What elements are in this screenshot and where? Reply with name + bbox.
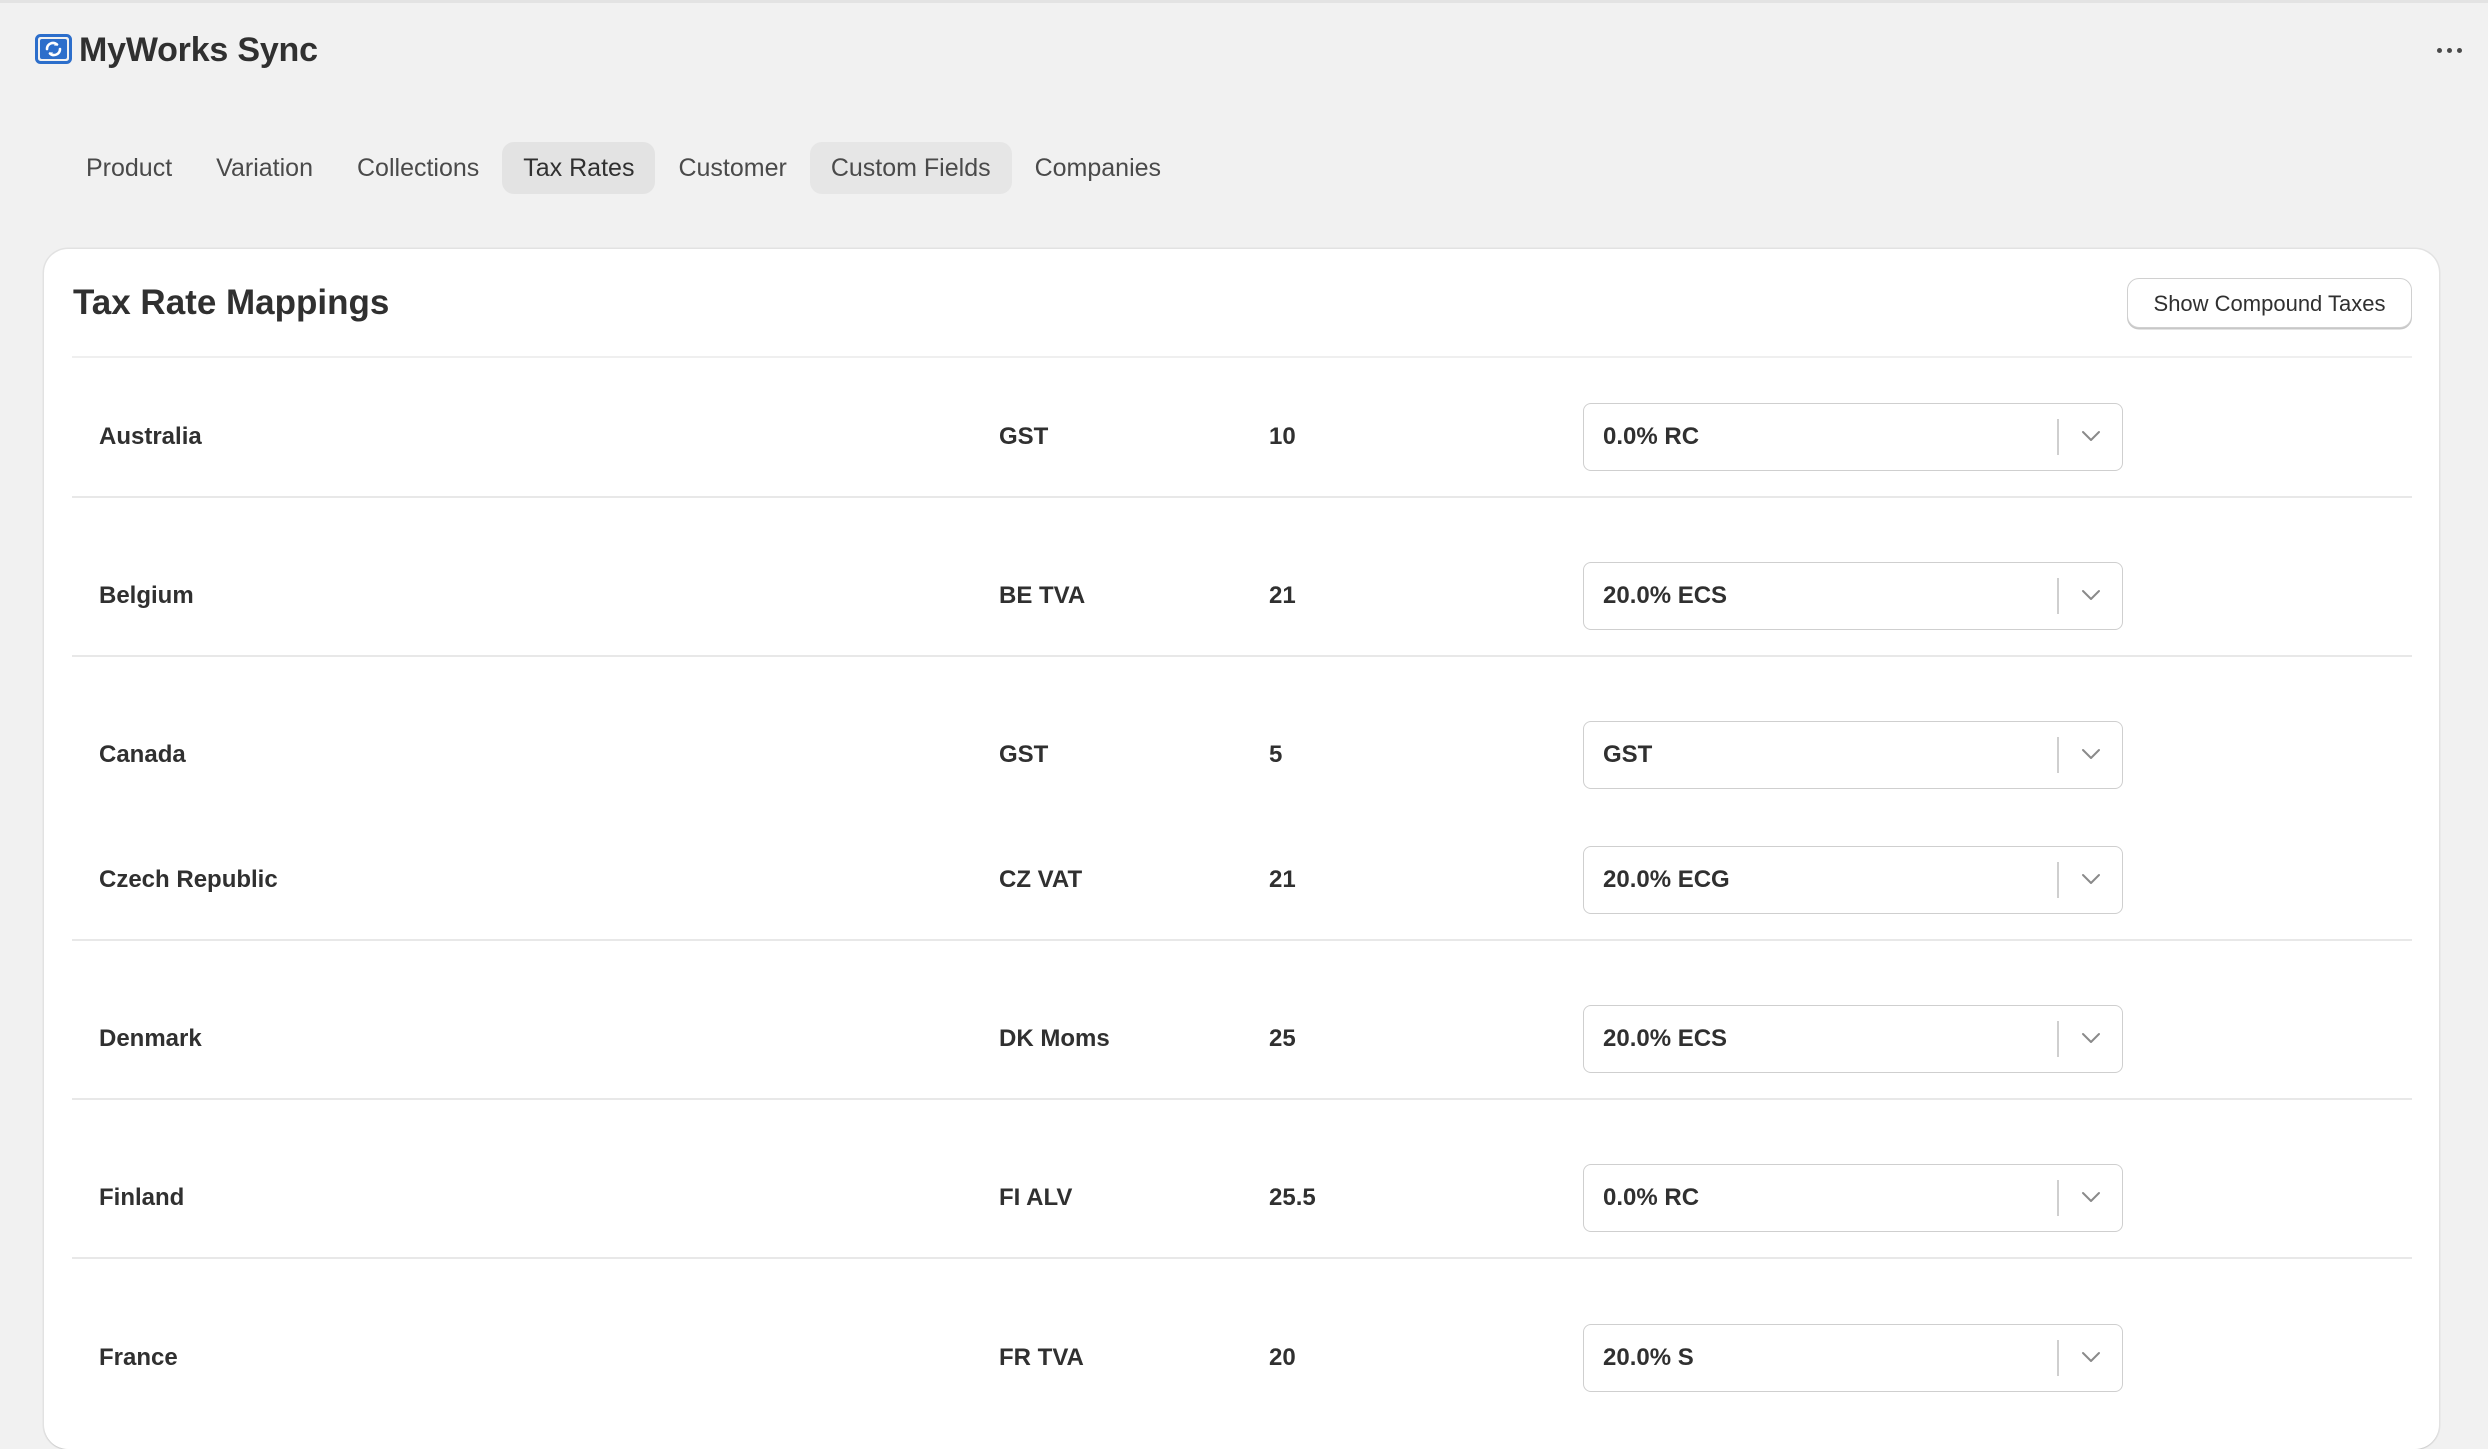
- more-actions-button[interactable]: [2425, 32, 2473, 68]
- tax-mapping-select[interactable]: 0.0% RC: [1583, 1164, 2123, 1232]
- row-select-wrap: 20.0% ECS: [72, 562, 2412, 630]
- tax-mapping-select[interactable]: 20.0% ECG: [1583, 846, 2123, 914]
- card-title: Tax Rate Mappings: [73, 283, 390, 322]
- tax-rate-mappings-card: Tax Rate Mappings Show Compound Taxes Au…: [44, 249, 2439, 1449]
- row-select-wrap: 0.0% RC: [72, 403, 2412, 471]
- select-value: 20.0% ECG: [1603, 866, 1730, 893]
- tax-mapping-select[interactable]: 0.0% RC: [1583, 403, 2123, 471]
- select-separator: [2057, 737, 2059, 773]
- tax-mapping-select[interactable]: GST: [1583, 721, 2123, 789]
- show-compound-taxes-button[interactable]: Show Compound Taxes: [2127, 278, 2412, 328]
- tax-mapping-select[interactable]: 20.0% S: [1583, 1324, 2123, 1392]
- select-separator: [2057, 419, 2059, 455]
- chevron-down-icon: [2082, 431, 2100, 441]
- tab-variation[interactable]: Variation: [195, 142, 334, 194]
- row-divider: [72, 939, 2412, 941]
- divider: [72, 356, 2412, 358]
- tab-collections[interactable]: Collections: [336, 142, 500, 194]
- app-header: MyWorks Sync: [0, 0, 2488, 100]
- myworks-logo-icon: [35, 34, 72, 64]
- select-separator: [2057, 862, 2059, 898]
- chevron-down-icon: [2082, 590, 2100, 600]
- row-select-wrap: 20.0% ECG: [72, 846, 2412, 914]
- app-title: MyWorks Sync: [79, 31, 318, 69]
- tab-custom-fields[interactable]: Custom Fields: [809, 142, 1012, 194]
- select-value: GST: [1603, 741, 1653, 768]
- select-separator: [2057, 1180, 2059, 1216]
- select-value: 0.0% RC: [1603, 1184, 1700, 1211]
- select-separator: [2057, 1021, 2059, 1057]
- select-value: 20.0% ECS: [1603, 582, 1728, 609]
- select-separator: [2057, 578, 2059, 614]
- chevron-down-icon: [2082, 1192, 2100, 1202]
- chevron-down-icon: [2082, 1352, 2100, 1362]
- more-dot: [2456, 47, 2462, 53]
- select-value: 20.0% ECS: [1603, 1025, 1728, 1052]
- row-divider: [72, 655, 2412, 657]
- tab-tax-rates[interactable]: Tax Rates: [502, 142, 656, 194]
- tab-product[interactable]: Product: [65, 142, 193, 194]
- row-select-wrap: GST: [72, 721, 2412, 789]
- chevron-down-icon: [2082, 1033, 2100, 1043]
- tax-mapping-select[interactable]: 20.0% ECS: [1583, 562, 2123, 630]
- more-dot: [2446, 47, 2452, 53]
- select-value: 0.0% RC: [1603, 423, 1700, 450]
- row-select-wrap: 20.0% ECS: [72, 1005, 2412, 1073]
- chevron-down-icon: [2082, 874, 2100, 884]
- select-separator: [2057, 1340, 2059, 1376]
- tab-companies[interactable]: Companies: [1014, 142, 1182, 194]
- row-divider: [72, 1098, 2412, 1100]
- tab-bar: Product Variation Collections Tax Rates …: [65, 142, 1182, 194]
- row-divider: [72, 496, 2412, 498]
- select-value: 20.0% S: [1603, 1344, 1694, 1371]
- more-dots-icon: [2436, 47, 2442, 53]
- chevron-down-icon: [2082, 749, 2100, 759]
- row-select-wrap: 20.0% S: [72, 1324, 2412, 1392]
- tax-mapping-select[interactable]: 20.0% ECS: [1583, 1005, 2123, 1073]
- row-divider: [72, 1257, 2412, 1259]
- tab-customer[interactable]: Customer: [657, 142, 807, 194]
- row-select-wrap: 0.0% RC: [72, 1164, 2412, 1232]
